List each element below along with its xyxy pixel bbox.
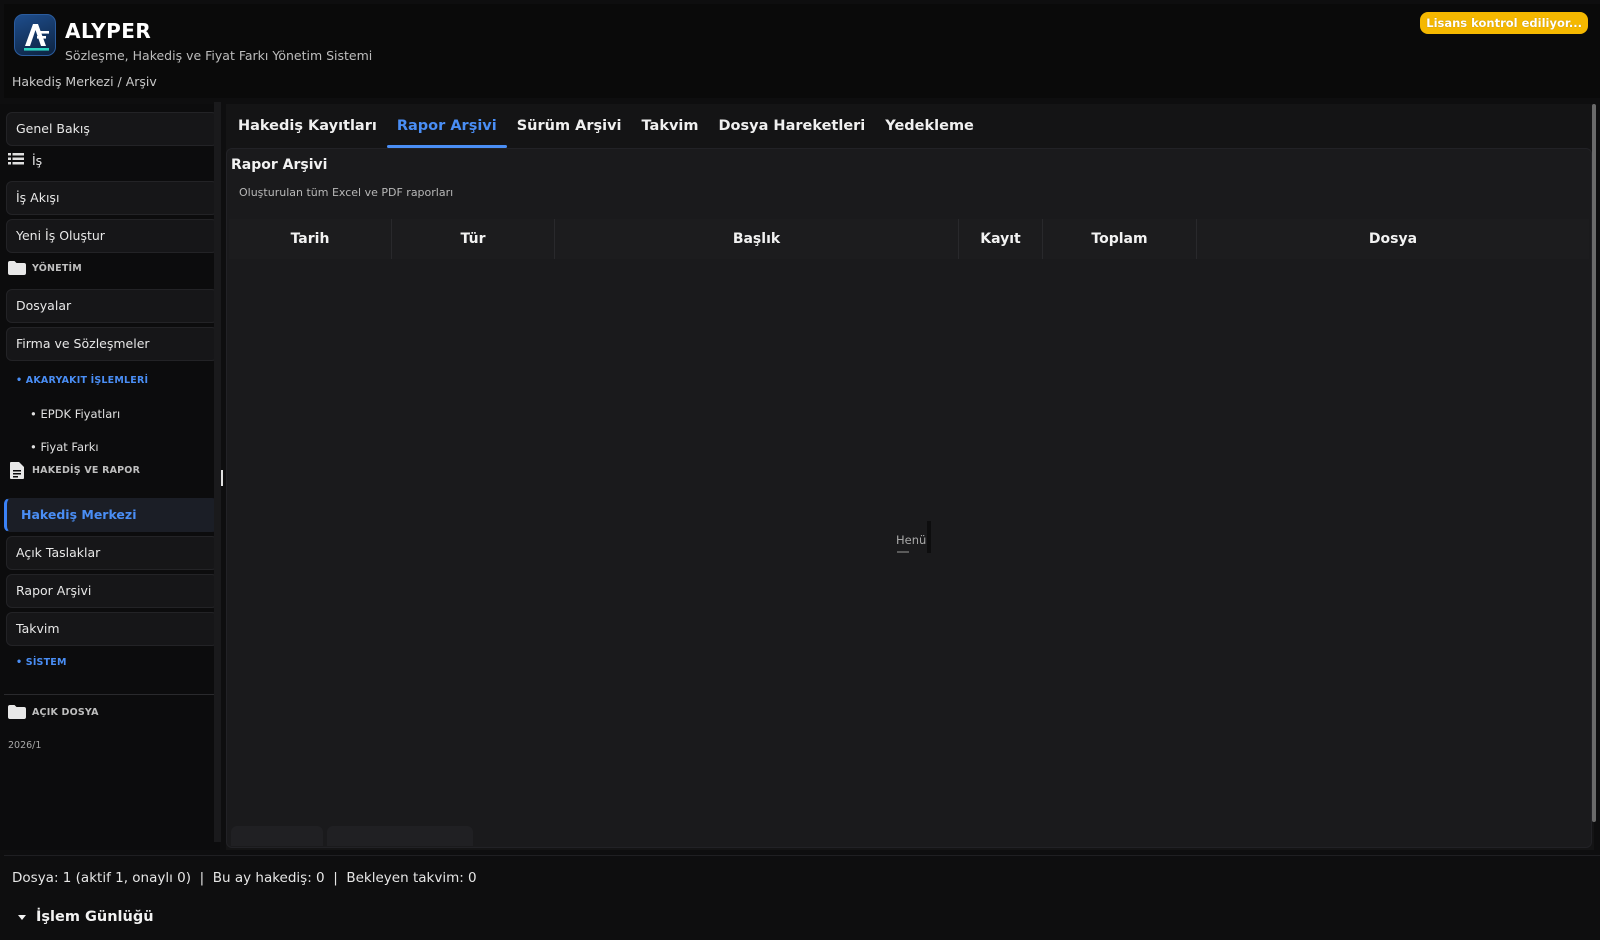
sidebar-item-epdk-prices[interactable]: • EPDK Fiyatları	[30, 407, 120, 421]
column-header-type[interactable]: Tür	[392, 219, 555, 259]
operation-log-toggle[interactable]: İşlem Günlüğü	[16, 909, 154, 925]
panel-action-button[interactable]	[327, 826, 473, 846]
sidebar-section-label: YÖNETİM	[32, 262, 82, 274]
sidebar-divider	[4, 694, 218, 695]
app-header: ALYPER Sözleşme, Hakediş ve Fiyat Farkı …	[4, 4, 1600, 98]
sidebar-splitter[interactable]	[214, 102, 221, 842]
tab-progress-records[interactable]: Hakediş Kayıtları	[228, 104, 387, 148]
column-header-file[interactable]: Dosya	[1197, 219, 1589, 259]
report-archive-panel: Rapor Arşivi Oluşturulan tüm Excel ve PD…	[226, 148, 1592, 848]
status-divider	[4, 855, 1600, 856]
column-header-title[interactable]: Başlık	[555, 219, 959, 259]
tab-calendar[interactable]: Takvim	[632, 104, 709, 148]
sidebar-item-open-drafts[interactable]: Açık Taslaklar	[6, 536, 218, 570]
folder-icon	[8, 260, 26, 276]
sidebar-item-overview[interactable]: Genel Bakış	[6, 112, 218, 146]
panel-description: Oluşturulan tüm Excel ve PDF raporları	[239, 186, 454, 199]
sidebar-item-price-difference[interactable]: • Fiyat Farkı	[30, 440, 99, 454]
sidebar-section-management: YÖNETİM	[8, 260, 82, 276]
license-status-badge: Lisans kontrol ediliyor...	[1420, 12, 1588, 34]
main-scrollbar[interactable]	[1592, 104, 1596, 822]
sidebar-section-label: AÇIK DOSYA	[32, 706, 99, 718]
main-content: Hakediş Kayıtları Rapor Arşivi Sürüm Arş…	[226, 104, 1594, 850]
panel-action-button[interactable]	[231, 826, 323, 846]
sidebar-item-firms-contracts[interactable]: Firma ve Sözleşmeler	[6, 327, 218, 361]
tab-version-archive[interactable]: Sürüm Arşivi	[507, 104, 632, 148]
status-text: Dosya: 1 (aktif 1, onaylı 0) | Bu ay hak…	[12, 870, 477, 886]
sidebar-section-report: HAKEDİŞ VE RAPOR	[8, 461, 141, 479]
sidebar-item-calendar[interactable]: Takvim	[6, 612, 218, 646]
sidebar-item-files[interactable]: Dosyalar	[6, 289, 218, 323]
document-icon	[8, 461, 26, 479]
sidebar-item-new-job[interactable]: Yeni İş Oluştur	[6, 219, 218, 253]
tab-report-archive[interactable]: Rapor Arşivi	[386, 104, 507, 148]
empty-state-edge	[927, 521, 931, 553]
logo-icon	[24, 24, 49, 51]
operation-log-label: İşlem Günlüğü	[36, 909, 154, 925]
sidebar-section-system[interactable]: • SİSTEM	[16, 657, 67, 668]
chevron-down-icon	[18, 914, 26, 920]
splitter-handle[interactable]	[221, 470, 223, 486]
table-header: Tarih Tür Başlık Kayıt Toplam Dosya	[229, 219, 1589, 259]
empty-state-text: Henü	[896, 533, 927, 547]
folder-icon	[8, 704, 26, 720]
sidebar-section-label: HAKEDİŞ VE RAPOR	[32, 464, 141, 476]
tab-file-activity[interactable]: Dosya Hareketleri	[709, 104, 876, 148]
app-title: ALYPER	[65, 19, 152, 43]
sidebar-section-open-file: AÇIK DOSYA	[8, 704, 99, 720]
empty-state-indicator	[897, 551, 909, 553]
open-file-value: 2026/1	[8, 740, 42, 751]
sidebar-section-fuel[interactable]: • AKARYAKIT İŞLEMLERİ	[16, 375, 148, 386]
list-icon	[8, 152, 26, 169]
tab-bar: Hakediş Kayıtları Rapor Arşivi Sürüm Arş…	[226, 104, 1594, 148]
status-bar: Dosya: 1 (aktif 1, onaylı 0) | Bu ay hak…	[12, 870, 477, 886]
breadcrumb: Hakediş Merkezi / Arşiv	[12, 74, 157, 89]
sidebar: Genel Bakış İş İş Akışı Yeni İş Oluştur …	[0, 104, 220, 850]
sidebar-item-report-archive[interactable]: Rapor Arşivi	[6, 574, 218, 608]
panel-title: Rapor Arşivi	[231, 157, 328, 173]
column-header-total[interactable]: Toplam	[1043, 219, 1197, 259]
app-subtitle: Sözleşme, Hakediş ve Fiyat Farkı Yönetim…	[65, 48, 373, 63]
app-logo	[14, 14, 56, 56]
tab-backup[interactable]: Yedekleme	[875, 104, 984, 148]
sidebar-item-progress-center[interactable]: Hakediş Merkezi	[4, 498, 218, 532]
sidebar-section-is: İş	[8, 152, 42, 169]
column-header-date[interactable]: Tarih	[229, 219, 392, 259]
sidebar-section-label: İş	[32, 153, 43, 168]
sidebar-item-workflow[interactable]: İş Akışı	[6, 181, 218, 215]
column-header-record[interactable]: Kayıt	[959, 219, 1043, 259]
